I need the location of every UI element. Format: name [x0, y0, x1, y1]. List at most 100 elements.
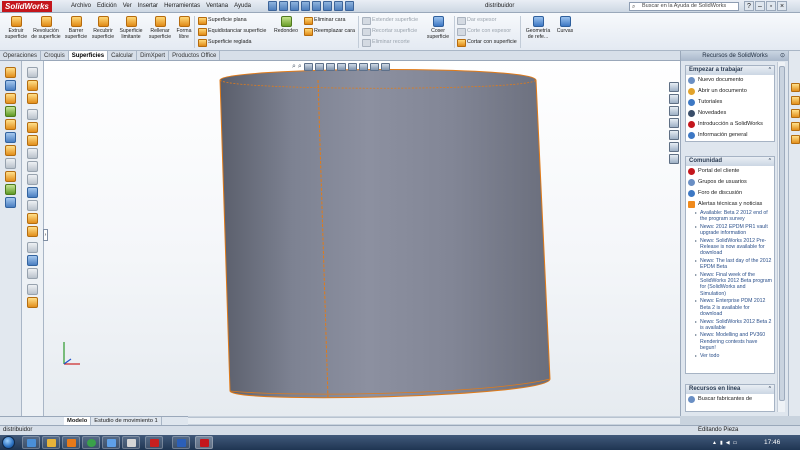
- find-manufacturers-link[interactable]: Buscar fabricantes de: [686, 394, 774, 405]
- loft-surface-button[interactable]: Recubrir superficie: [90, 16, 116, 40]
- reference-geometry-button[interactable]: Geometría de refe...: [523, 16, 553, 40]
- extrude-surface-button[interactable]: Extruir superficie: [4, 16, 28, 40]
- section-view-icon[interactable]: [314, 63, 324, 71]
- view-orientation-icon[interactable]: [325, 63, 335, 71]
- tool-icon[interactable]: [27, 148, 38, 159]
- tab-superficies[interactable]: Superficies: [68, 51, 109, 60]
- taskbar-media[interactable]: [62, 436, 80, 449]
- news-item[interactable]: News: 2012 EPDM PR1 vault upgrade inform…: [686, 224, 774, 237]
- tool-icon[interactable]: [5, 93, 16, 104]
- tool-icon[interactable]: [27, 255, 38, 266]
- design-library-icon[interactable]: [669, 94, 679, 104]
- battery-icon[interactable]: ▭: [733, 440, 738, 446]
- edit-appearance-icon[interactable]: [358, 63, 368, 71]
- tool-icon[interactable]: [5, 145, 16, 156]
- tray-arrow-icon[interactable]: ▲: [712, 440, 717, 446]
- restore-icon[interactable]: ▫: [766, 1, 776, 11]
- tab-dimxpert[interactable]: DimXpert: [137, 51, 170, 60]
- curves-button[interactable]: Curvas: [555, 16, 575, 34]
- new-document-icon[interactable]: [268, 1, 277, 11]
- tool-icon[interactable]: [5, 106, 16, 117]
- view-palette-icon[interactable]: [669, 130, 679, 140]
- sweep-surface-button[interactable]: Barrer superficie: [64, 16, 88, 40]
- news-item[interactable]: News: Modelling and PV360 Rendering cont…: [686, 332, 774, 351]
- planar-surface-button[interactable]: Superficie plana: [198, 16, 247, 25]
- offset-surface-button[interactable]: Equidistanciar superficie: [198, 27, 266, 36]
- replace-face-button[interactable]: Reemplazar cara: [304, 27, 355, 36]
- graphics-area[interactable]: ⌕ ⌕: [44, 61, 680, 416]
- taskbar-app[interactable]: [102, 436, 120, 449]
- boundary-surface-button[interactable]: Superficie limitante: [118, 16, 144, 40]
- tool-icon[interactable]: [5, 158, 16, 169]
- appearances-icon[interactable]: [669, 142, 679, 152]
- minimize-icon[interactable]: –: [755, 1, 765, 11]
- tool-icon[interactable]: [27, 213, 38, 224]
- news-item[interactable]: News: SolidWorks 2012 Pre-Release is now…: [686, 238, 774, 257]
- surface-cut-button[interactable]: Cortar con superficie: [457, 38, 517, 47]
- delete-face-button[interactable]: Eliminar cara: [304, 16, 345, 25]
- tool-icon[interactable]: [791, 122, 800, 131]
- untrim-surface-button[interactable]: Eliminar recorte: [362, 38, 410, 47]
- collapse-icon[interactable]: ⌃: [768, 66, 772, 75]
- rebuild-icon[interactable]: [334, 1, 343, 11]
- customer-portal-link[interactable]: Portal del cliente: [686, 166, 774, 177]
- tab-productos-office[interactable]: Productos Office: [169, 51, 221, 60]
- tool-icon[interactable]: [27, 226, 38, 237]
- tool-icon[interactable]: [27, 200, 38, 211]
- undo-icon[interactable]: [312, 1, 321, 11]
- hide-show-icon[interactable]: [347, 63, 357, 71]
- pin-icon[interactable]: ⊙: [780, 51, 785, 61]
- help-search-input[interactable]: ⌕ Buscar en la Ayuda de SolidWorks: [629, 2, 739, 11]
- custom-properties-icon[interactable]: [669, 154, 679, 164]
- collapse-icon[interactable]: ⌃: [768, 157, 772, 166]
- surface-model[interactable]: [44, 61, 680, 416]
- taskbar-pdf[interactable]: [145, 436, 163, 449]
- menu-archivo[interactable]: Archivo: [68, 0, 94, 13]
- tutorials-link[interactable]: Tutoriales: [686, 97, 774, 108]
- tool-icon[interactable]: [5, 67, 16, 78]
- view-all-link[interactable]: Ver todo: [686, 353, 774, 360]
- tool-icon[interactable]: [27, 93, 38, 104]
- ruled-surface-button[interactable]: Superficie reglada: [198, 38, 251, 47]
- menu-ventana[interactable]: Ventana: [203, 0, 231, 13]
- menu-edicion[interactable]: Edición: [94, 0, 120, 13]
- zoom-area-icon[interactable]: ⌕: [298, 62, 302, 72]
- print-icon[interactable]: [301, 1, 310, 11]
- tool-icon[interactable]: [5, 197, 16, 208]
- tool-icon[interactable]: [27, 80, 38, 91]
- options-icon[interactable]: [345, 1, 354, 11]
- tech-alerts-link[interactable]: Alertas técnicas y noticias: [686, 199, 774, 210]
- horizontal-scrollbar[interactable]: [188, 417, 680, 424]
- taskbar-app[interactable]: [122, 436, 140, 449]
- select-icon[interactable]: [323, 1, 332, 11]
- tool-icon[interactable]: [27, 67, 38, 78]
- news-item[interactable]: News: The last day of the 2012 EPDM Beta: [686, 258, 774, 271]
- tool-icon[interactable]: [791, 135, 800, 144]
- tool-icon[interactable]: [27, 174, 38, 185]
- tool-icon[interactable]: [27, 187, 38, 198]
- tool-icon[interactable]: [27, 122, 38, 133]
- tool-icon[interactable]: [27, 297, 38, 308]
- tool-icon[interactable]: [5, 171, 16, 182]
- menu-ver[interactable]: Ver: [120, 0, 135, 13]
- thicken-cut-button[interactable]: Corte con espesor: [457, 27, 511, 36]
- open-document-link[interactable]: Abrir un documento: [686, 86, 774, 97]
- overview-link[interactable]: Información general: [686, 130, 774, 141]
- clock[interactable]: 17:46: [764, 435, 780, 450]
- intro-solidworks-link[interactable]: Introducción a SolidWorks: [686, 119, 774, 130]
- search-icon[interactable]: [669, 118, 679, 128]
- help-icon[interactable]: ?: [744, 1, 754, 11]
- tool-icon[interactable]: [5, 80, 16, 91]
- task-pane-scrollbar[interactable]: [777, 62, 785, 412]
- taskbar-folder[interactable]: [42, 436, 60, 449]
- network-icon[interactable]: ▮: [720, 440, 723, 446]
- tool-icon[interactable]: [5, 184, 16, 195]
- user-groups-link[interactable]: Grupos de usuarios: [686, 177, 774, 188]
- tool-icon[interactable]: [27, 242, 38, 253]
- start-button-icon[interactable]: [2, 436, 15, 449]
- collapse-icon[interactable]: ⌃: [768, 385, 772, 394]
- thicken-button[interactable]: Dar espesor: [457, 16, 496, 25]
- knit-surface-button[interactable]: Coser superficie: [424, 16, 452, 40]
- tool-icon[interactable]: [27, 109, 38, 120]
- tab-croquis[interactable]: Croquis: [41, 51, 69, 60]
